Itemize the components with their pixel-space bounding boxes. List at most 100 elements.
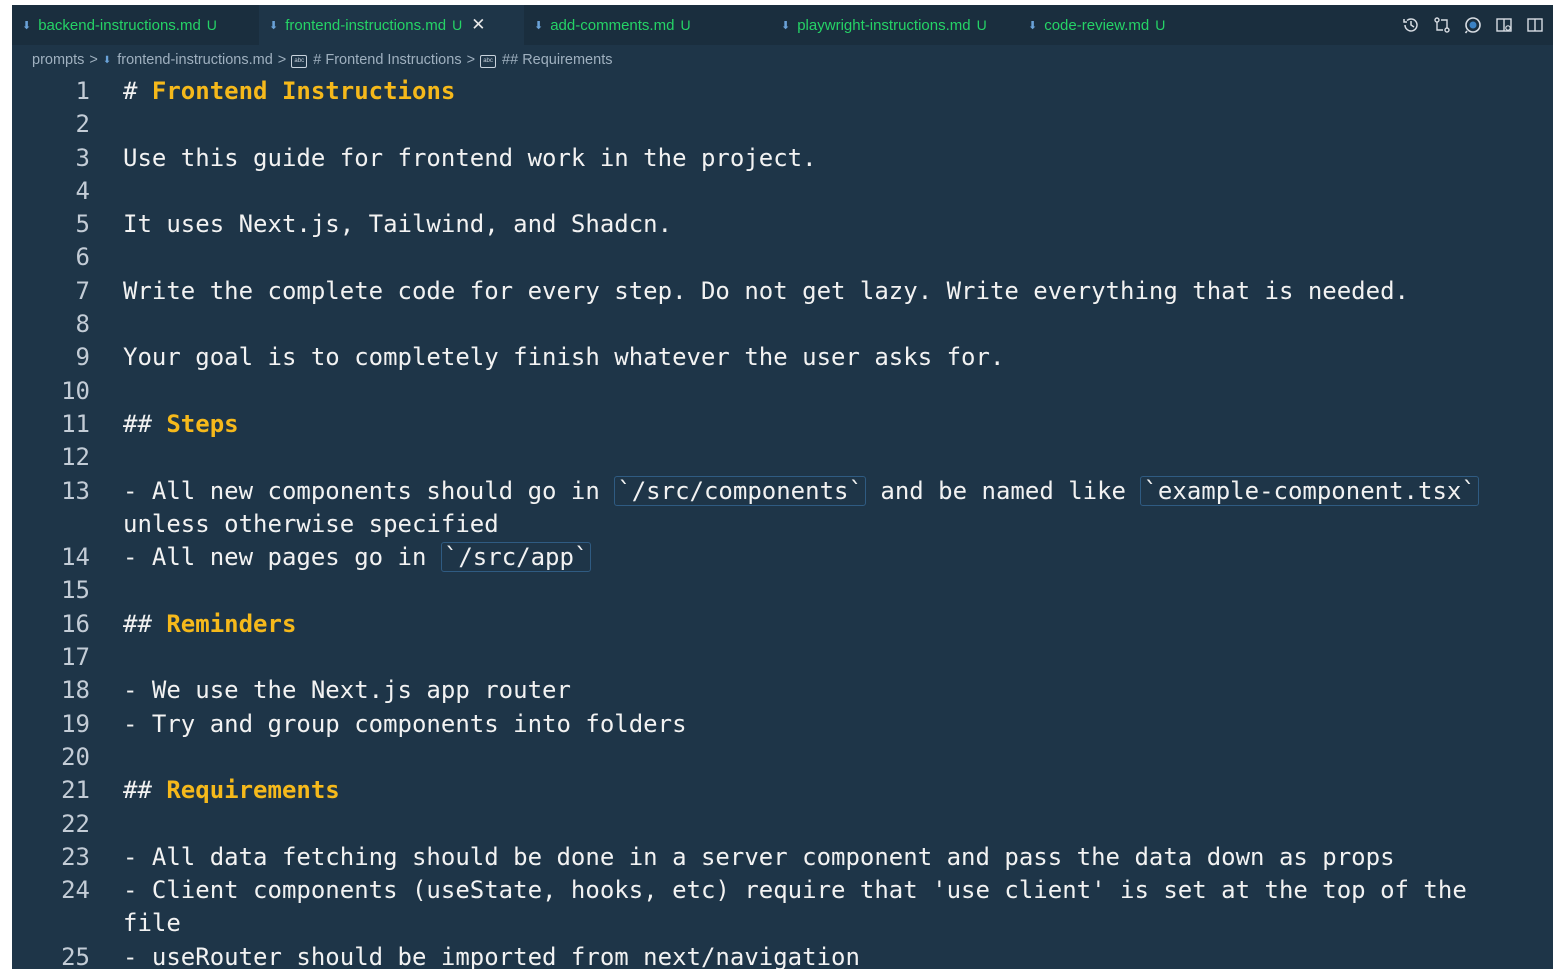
untracked-badge: U — [976, 17, 987, 33]
tab-add-comments[interactable]: ⬇ add-comments.md U — [524, 5, 771, 45]
line-content: - useRouter should be imported from next… — [123, 942, 860, 969]
editor-line: 12 — [12, 441, 1553, 474]
line-content: It uses Next.js, Tailwind, and Shadcn. — [123, 210, 673, 239]
tab-label: backend-instructions.md — [38, 16, 201, 34]
line-number — [12, 907, 90, 940]
line-content — [90, 641, 1553, 674]
line-number: 22 — [61, 809, 90, 838]
line-number: 23 — [61, 842, 90, 871]
open-preview-icon[interactable] — [1463, 15, 1483, 35]
breadcrumb-heading-2[interactable]: ## Requirements — [502, 52, 612, 68]
editor-window: ⬇ backend-instructions.md U ⬇ frontend-i… — [12, 5, 1553, 969]
untracked-badge: U — [680, 17, 691, 33]
compare-changes-icon[interactable] — [1432, 15, 1452, 35]
line-number: 4 — [75, 176, 90, 205]
line-content — [90, 175, 1553, 208]
line-content: ## Requirements — [90, 774, 1553, 807]
editor-line: 9 Your goal is to completely finish what… — [12, 341, 1553, 374]
line-content: Write the complete code for every step. … — [123, 276, 1409, 305]
markdown-file-icon: ⬇ — [781, 19, 791, 32]
line-content: file — [123, 909, 181, 938]
line-number: 1 — [75, 77, 90, 105]
line-content — [90, 808, 1553, 841]
line-content — [90, 308, 1553, 341]
editor-line: 10 — [12, 375, 1553, 408]
tab-label: add-comments.md — [550, 16, 675, 34]
tab-frontend-instructions[interactable]: ⬇ frontend-instructions.md U ✕ — [259, 5, 524, 45]
line-content — [90, 574, 1553, 607]
editor-line: 23 - All data fetching should be done in… — [12, 841, 1553, 874]
line-number: 16 — [61, 609, 90, 638]
heading-marker: ## — [123, 409, 167, 438]
inline-code: `/src/app` — [440, 542, 592, 573]
editor-line: 19 - Try and group components into folde… — [12, 708, 1553, 741]
editor-line: 21 ## Requirements — [12, 774, 1553, 807]
close-icon[interactable]: ✕ — [471, 15, 485, 35]
timeline-icon[interactable] — [1401, 15, 1421, 35]
text-segment: and be named like — [865, 476, 1141, 505]
line-number: 18 — [61, 676, 90, 705]
text-segment: - All new components should go in — [123, 476, 615, 505]
line-content — [90, 741, 1553, 774]
chevron-right-icon: > — [277, 52, 287, 68]
line-number: 12 — [61, 443, 90, 472]
untracked-badge: U — [452, 17, 463, 33]
line-content: - Try and group components into folders — [123, 709, 687, 738]
editor-line: 3 Use this guide for frontend work in th… — [12, 142, 1553, 175]
breadcrumb-heading-1[interactable]: # Frontend Instructions — [313, 52, 461, 68]
editor-line: 15 — [12, 574, 1553, 607]
editor-line: 17 — [12, 641, 1553, 674]
tab-label: code-review.md — [1044, 16, 1150, 34]
text-segment: - All new pages go in — [123, 543, 441, 572]
markdown-file-icon: ⬇ — [22, 19, 32, 32]
tab-code-review[interactable]: ⬇ code-review.md U — [1018, 5, 1265, 45]
line-number: 3 — [75, 143, 90, 172]
breadcrumb-file[interactable]: frontend-instructions.md — [117, 52, 273, 68]
markdown-file-icon: ⬇ — [102, 54, 112, 66]
line-content — [90, 375, 1553, 408]
editor-line: 18 - We use the Next.js app router — [12, 674, 1553, 707]
line-number: 24 — [61, 876, 90, 905]
markdown-file-icon: ⬇ — [1028, 19, 1038, 32]
line-content: - Client components (useState, hooks, et… — [123, 876, 1467, 905]
heading-text: Steps — [166, 409, 239, 438]
breadcrumb-folder[interactable]: prompts — [32, 52, 84, 68]
line-content: - All new pages go in `/src/app` — [90, 541, 1553, 574]
line-number: 10 — [61, 376, 90, 405]
tab-playwright-instructions[interactable]: ⬇ playwright-instructions.md U — [771, 5, 1018, 45]
line-number: 25 — [61, 942, 90, 969]
line-content: Your goal is to completely finish whatev… — [123, 343, 1005, 372]
code-editor[interactable]: 1 # Frontend Instructions 2 3 Use this g… — [12, 75, 1553, 969]
tab-bar: ⬇ backend-instructions.md U ⬇ frontend-i… — [12, 5, 1553, 45]
tab-label: frontend-instructions.md — [285, 16, 447, 34]
line-content: - We use the Next.js app router — [123, 676, 571, 705]
tab-label: playwright-instructions.md — [797, 16, 971, 34]
line-number: 8 — [75, 310, 90, 339]
line-number: 14 — [61, 543, 90, 572]
untracked-badge: U — [1155, 17, 1166, 33]
split-editor-icon[interactable] — [1525, 15, 1545, 35]
editor-line: 25 - useRouter should be imported from n… — [12, 941, 1553, 969]
heading-text: Reminders — [166, 609, 297, 638]
untracked-badge: U — [206, 17, 217, 33]
line-content: ## Reminders — [90, 608, 1553, 641]
markdown-file-icon: ⬇ — [269, 19, 279, 32]
line-number: 9 — [75, 343, 90, 372]
line-number: 17 — [61, 643, 90, 672]
line-number — [12, 508, 90, 541]
symbol-string-icon: abc — [480, 54, 497, 68]
preview-side-icon[interactable] — [1494, 15, 1514, 35]
editor-line: 4 — [12, 175, 1553, 208]
line-content: unless otherwise specified — [123, 509, 499, 538]
editor-line-wrapped: file — [12, 907, 1553, 940]
line-content — [90, 441, 1553, 474]
markdown-file-icon: ⬇ — [534, 19, 544, 32]
editor-line: 6 — [12, 241, 1553, 274]
line-content: - All new components should go in `/src/… — [90, 475, 1553, 508]
editor-line: 13 - All new components should go in `/s… — [12, 475, 1553, 508]
line-content — [90, 108, 1553, 141]
heading-text: Requirements — [166, 776, 340, 805]
editor-line: 20 — [12, 741, 1553, 774]
editor-line: 11 ## Steps — [12, 408, 1553, 441]
tab-backend-instructions[interactable]: ⬇ backend-instructions.md U — [12, 5, 259, 45]
